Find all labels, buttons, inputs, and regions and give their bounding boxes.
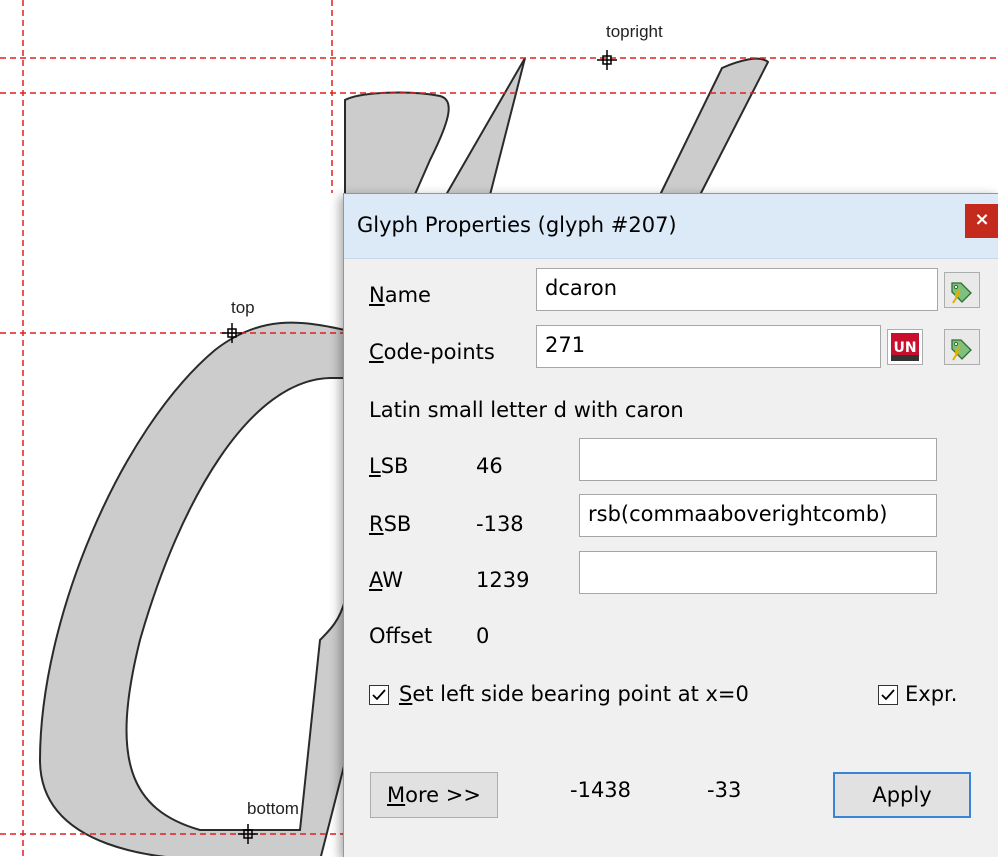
name-label: Name xyxy=(369,283,431,307)
expr-label[interactable]: Expr. xyxy=(905,682,957,706)
rsb-label: RSB xyxy=(369,512,412,536)
set-lsb-checkbox[interactable] xyxy=(369,685,389,705)
offset-label: Offset xyxy=(369,624,433,648)
glyph-description: Latin small letter d with caron xyxy=(369,398,684,422)
lsb-label: LSB xyxy=(369,454,409,478)
more-button[interactable]: More >> xyxy=(370,772,498,818)
lsb-expression-input[interactable] xyxy=(579,438,937,481)
dialog-titlebar[interactable]: Glyph Properties (glyph #207) × xyxy=(344,194,998,259)
coord-x-value: -1438 xyxy=(570,778,632,802)
apply-button[interactable]: Apply xyxy=(833,772,971,818)
aw-value: 1239 xyxy=(476,568,530,592)
tag-arrow-icon xyxy=(951,282,972,304)
expr-checkbox[interactable] xyxy=(878,685,898,705)
codepoints-input[interactable]: 271 xyxy=(536,325,881,368)
aw-expression-input[interactable] xyxy=(579,551,937,594)
unicode-icon: UN xyxy=(891,333,919,361)
name-auto-button[interactable] xyxy=(944,272,980,308)
tag-arrow-icon xyxy=(951,339,972,361)
close-button[interactable]: × xyxy=(965,204,998,238)
checkmark-icon xyxy=(881,689,895,701)
close-icon: × xyxy=(974,209,990,230)
rsb-value: -138 xyxy=(476,512,524,536)
anchor-label-bottom: bottom xyxy=(247,799,299,818)
unicode-lookup-button[interactable]: UN xyxy=(887,329,923,365)
name-input[interactable]: dcaron xyxy=(536,268,938,311)
coord-y-value: -33 xyxy=(707,778,742,802)
checkmark-icon xyxy=(372,689,386,701)
codepoints-auto-button[interactable] xyxy=(944,329,980,365)
offset-value: 0 xyxy=(476,624,490,648)
lsb-value: 46 xyxy=(476,454,503,478)
glyph-properties-dialog: Glyph Properties (glyph #207) × Name dca… xyxy=(343,193,998,857)
aw-label: AW xyxy=(369,568,403,592)
dialog-title: Glyph Properties (glyph #207) xyxy=(357,213,677,237)
anchor-topright-marker[interactable] xyxy=(597,50,617,70)
anchor-label-topright: topright xyxy=(606,22,663,41)
set-lsb-label[interactable]: Set left side bearing point at x=0 xyxy=(399,682,749,706)
codepoints-label: Code-points xyxy=(369,340,495,364)
anchor-label-top: top xyxy=(231,298,255,317)
rsb-expression-input[interactable]: rsb(commaaboverightcomb) xyxy=(579,494,937,537)
svg-text:UN: UN xyxy=(893,340,916,356)
